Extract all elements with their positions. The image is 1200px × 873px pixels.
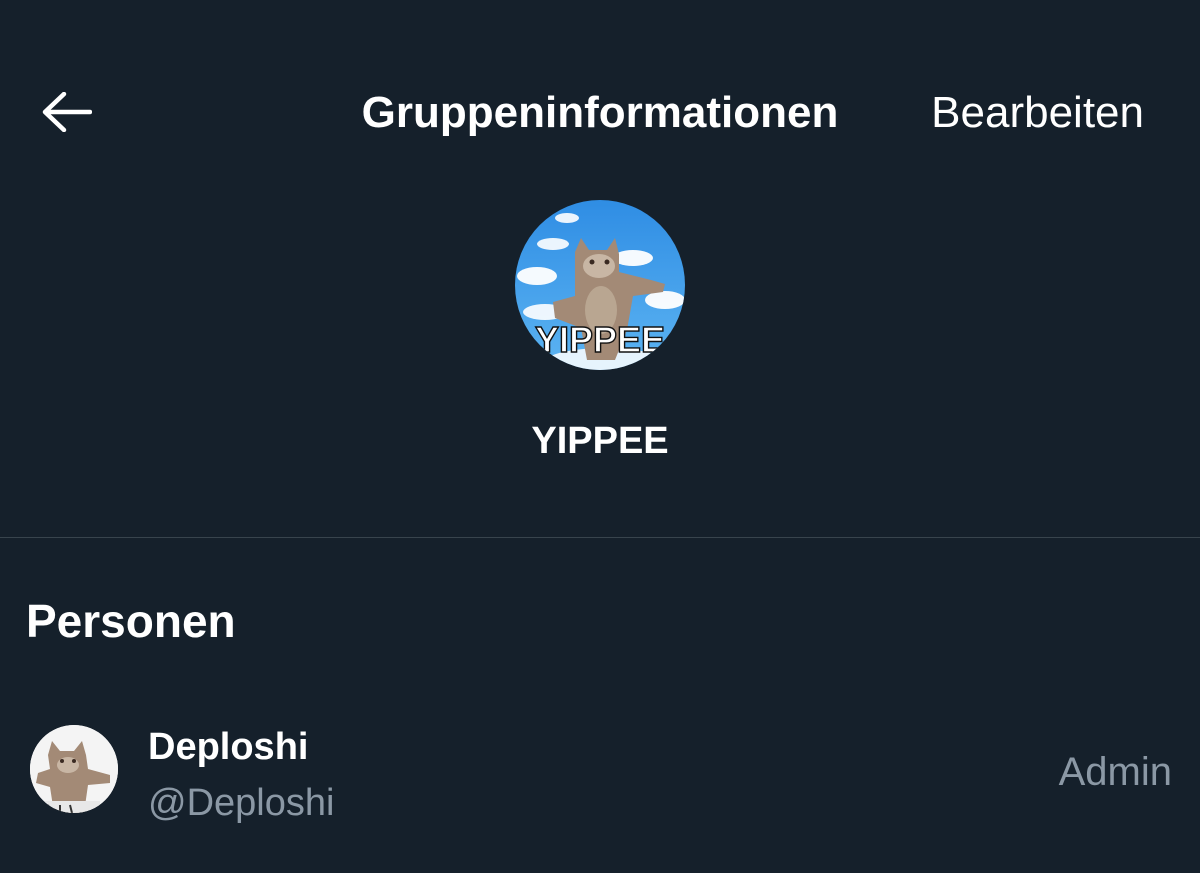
member-handle: @Deploshi [148, 782, 335, 824]
group-avatar[interactable]: YIPPEE [515, 200, 685, 370]
member-avatar[interactable] [30, 725, 118, 813]
member-name: Deploshi [148, 726, 309, 768]
group-name: YIPPEE [531, 420, 669, 462]
cat-photo-image: YIPPEE [515, 200, 685, 370]
edit-button[interactable]: Bearbeiten [931, 86, 1144, 140]
people-section-title: Personen [26, 595, 236, 647]
avatar-caption: YIPPEE [535, 319, 665, 360]
member-role-badge: Admin [1058, 750, 1172, 794]
member-row[interactable]: Deploshi @Deploshi Admin [0, 705, 1200, 835]
top-bar: Gruppeninformationen Bearbeiten [0, 0, 1200, 175]
cat-photo-image [30, 725, 118, 813]
section-divider [0, 537, 1200, 538]
